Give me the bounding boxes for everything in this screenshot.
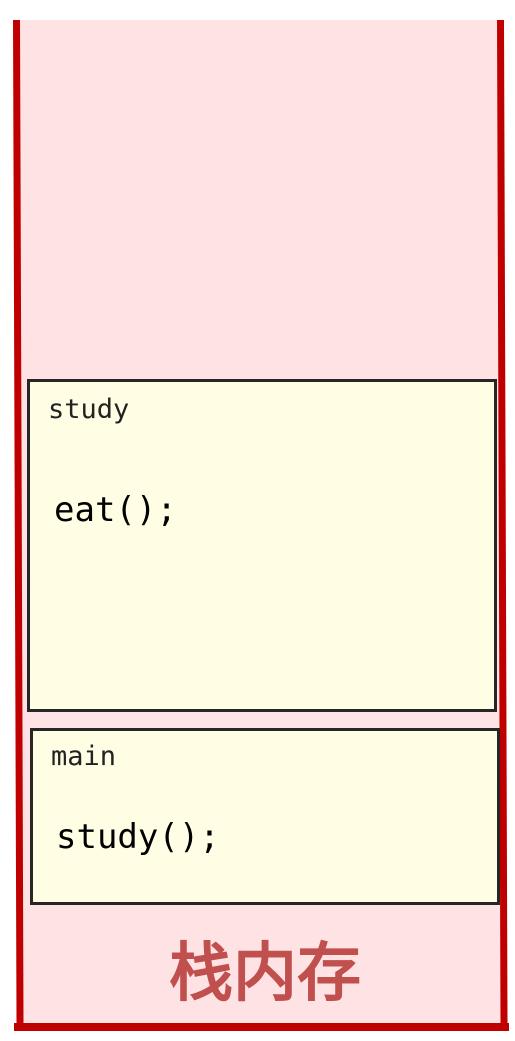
frame-name: study (48, 394, 130, 425)
frame-name: main (51, 741, 117, 772)
frame-code: eat(); (54, 490, 177, 530)
stack-frame-study: study eat(); (27, 379, 497, 712)
stack-frame-main: main study(); (30, 728, 500, 905)
frame-code: study(); (56, 817, 220, 857)
stack-bottom (14, 1023, 509, 1031)
stack-memory-label: 栈内存 (169, 937, 361, 1011)
